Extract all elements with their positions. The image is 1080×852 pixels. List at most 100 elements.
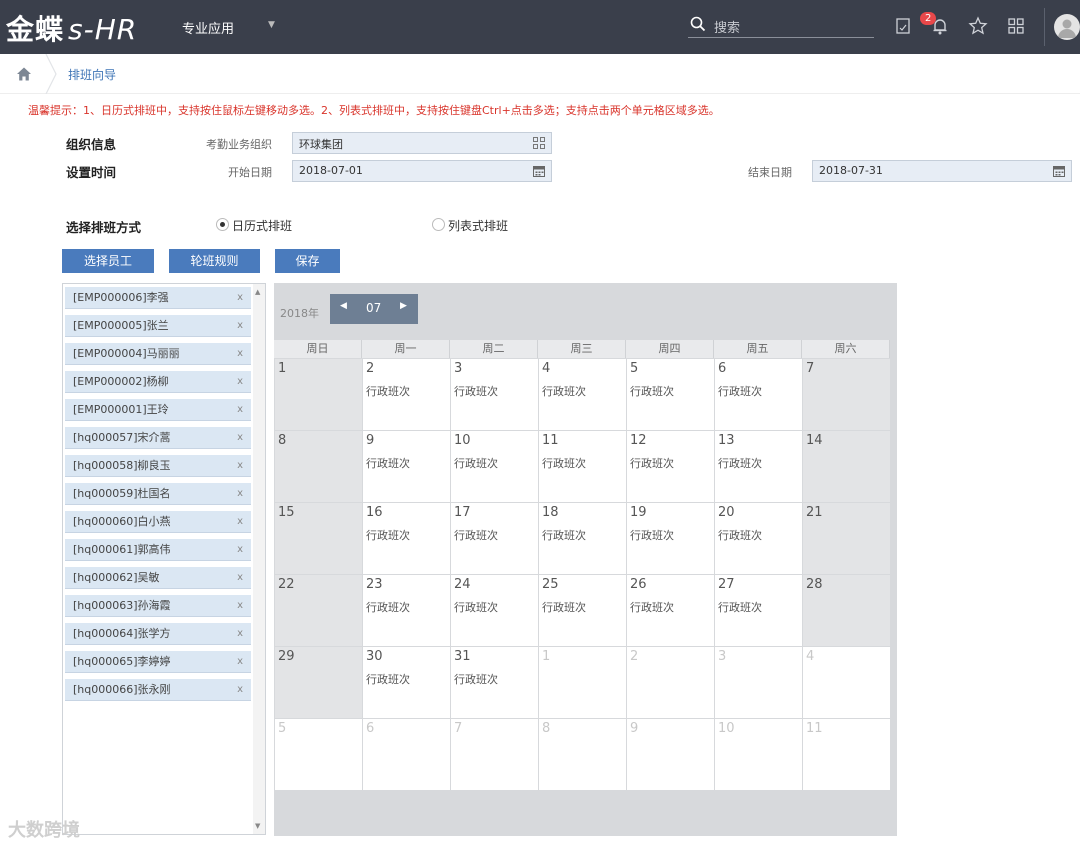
calendar-day-cell[interactable]: 1 [539,647,626,718]
org-field[interactable]: 环球集团 [292,132,552,154]
employee-item[interactable]: [hq000064]张学方 x [65,623,251,645]
remove-employee-icon[interactable]: x [237,455,243,477]
calendar-day-cell[interactable]: 20 行政班次 [715,503,802,574]
employee-item[interactable]: [hq000062]吴敏 x [65,567,251,589]
remove-employee-icon[interactable]: x [237,539,243,561]
employee-item[interactable]: [EMP000002]杨柳 x [65,371,251,393]
employee-item[interactable]: [hq000061]郭高伟 x [65,539,251,561]
remove-employee-icon[interactable]: x [237,679,243,701]
calendar-day-cell[interactable]: 6 [363,719,450,790]
calendar-day-cell[interactable]: 27 行政班次 [715,575,802,646]
remove-employee-icon[interactable]: x [237,595,243,617]
calendar-day-cell[interactable]: 21 [803,503,890,574]
breadcrumb-current[interactable]: 排班向导 [68,66,116,83]
save-button[interactable]: 保存 [275,249,340,273]
calendar-day-cell[interactable]: 25 行政班次 [539,575,626,646]
search-icon[interactable] [690,16,706,32]
employee-item[interactable]: [hq000057]宋介蒿 x [65,427,251,449]
calendar-day-cell[interactable]: 18 行政班次 [539,503,626,574]
search-box[interactable]: 搜索 [688,14,874,38]
chevron-down-icon[interactable]: ▼ [268,20,275,30]
remove-employee-icon[interactable]: x [237,483,243,505]
calendar-day-cell[interactable]: 22 [275,575,362,646]
calendar-day-cell[interactable]: 8 [539,719,626,790]
remove-employee-icon[interactable]: x [237,315,243,337]
remove-employee-icon[interactable]: x [237,427,243,449]
calendar-day-cell[interactable]: 2 [627,647,714,718]
calendar-day-cell[interactable]: 10 行政班次 [451,431,538,502]
logo[interactable]: 金蝶 s-HR [6,8,137,48]
apps-grid-icon[interactable] [1006,16,1026,36]
employee-item[interactable]: [EMP000006]李强 x [65,287,251,309]
employee-item[interactable]: [EMP000005]张兰 x [65,315,251,337]
calendar-icon[interactable] [1053,165,1065,177]
radio-calendar-label[interactable]: 日历式排班 [232,217,292,234]
radio-list-label[interactable]: 列表式排班 [448,217,508,234]
end-date-field[interactable]: 2018-07-31 [812,160,1072,182]
calendar-day-cell[interactable]: 9 行政班次 [363,431,450,502]
select-staff-button[interactable]: 选择员工 [62,249,154,273]
rotation-rule-button[interactable]: 轮班规则 [169,249,260,273]
org-picker-icon[interactable] [533,137,545,149]
calendar-day-cell[interactable]: 5 [275,719,362,790]
employee-item[interactable]: [hq000058]柳良玉 x [65,455,251,477]
scrollbar[interactable]: ▲ ▼ [253,284,265,834]
calendar-day-cell[interactable]: 17 行政班次 [451,503,538,574]
calendar-day-cell[interactable]: 13 行政班次 [715,431,802,502]
calendar-day-cell[interactable]: 7 [803,359,890,430]
star-icon[interactable] [968,16,988,36]
calendar-day-cell[interactable]: 10 [715,719,802,790]
prev-month-button[interactable]: ◀ [340,301,347,311]
calendar-day-cell[interactable]: 11 [803,719,890,790]
calendar-day-cell[interactable]: 31 行政班次 [451,647,538,718]
calendar-day-cell[interactable]: 9 [627,719,714,790]
remove-employee-icon[interactable]: x [237,651,243,673]
calendar-day-cell[interactable]: 28 [803,575,890,646]
calendar-day-cell[interactable]: 11 行政班次 [539,431,626,502]
calendar-day-cell[interactable]: 3 行政班次 [451,359,538,430]
search-input[interactable]: 搜索 [714,17,740,36]
calendar-day-cell[interactable]: 3 [715,647,802,718]
calendar-day-cell[interactable]: 26 行政班次 [627,575,714,646]
scroll-down-arrow[interactable]: ▼ [255,822,260,830]
employee-item[interactable]: [EMP000004]马丽丽 x [65,343,251,365]
avatar[interactable] [1054,14,1080,40]
calendar-day-cell[interactable]: 19 行政班次 [627,503,714,574]
employee-item[interactable]: [hq000059]杜国名 x [65,483,251,505]
employee-item[interactable]: [hq000066]张永刚 x [65,679,251,701]
calendar-day-cell[interactable]: 5 行政班次 [627,359,714,430]
remove-employee-icon[interactable]: x [237,567,243,589]
calendar-day-cell[interactable]: 29 [275,647,362,718]
calendar-day-cell[interactable]: 15 [275,503,362,574]
calendar-day-cell[interactable]: 4 [803,647,890,718]
home-icon[interactable] [16,66,32,82]
calendar-icon[interactable] [533,165,545,177]
employee-item[interactable]: [hq000060]白小燕 x [65,511,251,533]
remove-employee-icon[interactable]: x [237,511,243,533]
employee-item[interactable]: [EMP000001]王玲 x [65,399,251,421]
calendar-day-cell[interactable]: 8 [275,431,362,502]
remove-employee-icon[interactable]: x [237,287,243,309]
calendar-day-cell[interactable]: 12 行政班次 [627,431,714,502]
calendar-day-cell[interactable]: 16 行政班次 [363,503,450,574]
remove-employee-icon[interactable]: x [237,343,243,365]
calendar-day-cell[interactable]: 2 行政班次 [363,359,450,430]
remove-employee-icon[interactable]: x [237,371,243,393]
document-icon[interactable] [893,16,913,36]
calendar-day-cell[interactable]: 24 行政班次 [451,575,538,646]
scroll-up-arrow[interactable]: ▲ [255,288,260,296]
calendar-day-cell[interactable]: 30 行政班次 [363,647,450,718]
calendar-day-cell[interactable]: 14 [803,431,890,502]
app-menu[interactable]: 专业应用 [182,18,234,37]
calendar-day-cell[interactable]: 7 [451,719,538,790]
employee-item[interactable]: [hq000065]李婷婷 x [65,651,251,673]
employee-item[interactable]: [hq000063]孙海霞 x [65,595,251,617]
calendar-day-cell[interactable]: 6 行政班次 [715,359,802,430]
start-date-field[interactable]: 2018-07-01 [292,160,552,182]
calendar-day-cell[interactable]: 1 [275,359,362,430]
next-month-button[interactable]: ▶ [400,301,407,311]
calendar-day-cell[interactable]: 4 行政班次 [539,359,626,430]
radio-calendar-mode[interactable] [216,218,229,231]
remove-employee-icon[interactable]: x [237,623,243,645]
calendar-day-cell[interactable]: 23 行政班次 [363,575,450,646]
